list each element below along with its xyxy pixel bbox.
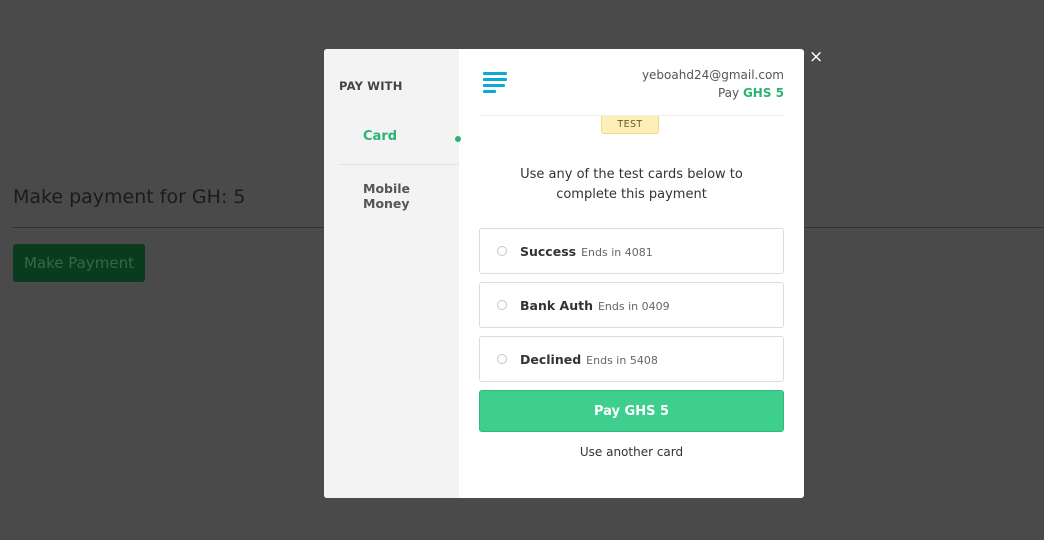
test-card-bank-auth[interactable]: Bank Auth Ends in 0409 — [479, 282, 784, 328]
test-card-success[interactable]: Success Ends in 4081 — [479, 228, 784, 274]
test-mode-badge: TEST — [601, 116, 659, 134]
method-card-label: Card — [363, 129, 398, 144]
radio-button[interactable] — [497, 300, 507, 310]
active-indicator — [455, 136, 461, 142]
paystack-stripes-icon — [483, 72, 507, 96]
test-card-declined[interactable]: Declined Ends in 5408 — [479, 336, 784, 382]
make-payment-button[interactable]: Make Payment — [13, 244, 145, 282]
method-mobile-money[interactable]: Mobile Money — [339, 166, 459, 217]
use-another-card-link[interactable]: Use another card — [479, 445, 784, 459]
test-card-name: Bank Auth Ends in 0409 — [520, 298, 670, 313]
card-name-text: Success — [520, 244, 577, 259]
card-ends-text: Ends in 4081 — [581, 246, 653, 259]
method-card[interactable]: Card — [339, 114, 461, 165]
card-ends-text: Ends in 5408 — [586, 354, 658, 367]
card-payment-panel: yeboahd24@gmail.com Pay GHS 5 TEST Use a… — [479, 49, 784, 498]
radio-button[interactable] — [497, 354, 507, 364]
pay-prefix: Pay — [717, 86, 740, 100]
test-card-name: Declined Ends in 5408 — [520, 352, 658, 367]
test-card-name: Success Ends in 4081 — [520, 244, 653, 259]
pay-amount: GHS 5 — [742, 86, 784, 100]
pay-with-heading: PAY WITH — [339, 79, 403, 93]
radio-button[interactable] — [497, 246, 507, 256]
pay-amount-line: Pay GHS 5 — [718, 86, 784, 100]
card-name-text: Bank Auth — [520, 298, 593, 313]
customer-email: yeboahd24@gmail.com — [641, 68, 784, 82]
card-ends-text: Ends in 0409 — [597, 300, 670, 313]
method-mobile-money-label: Mobile Money — [363, 181, 411, 211]
instructions-line-1: Use any of the test cards below to — [520, 167, 743, 182]
instructions-line-2: complete this payment — [556, 187, 707, 202]
pay-button[interactable]: Pay GHS 5 — [479, 390, 784, 432]
card-name-text: Declined — [520, 352, 582, 367]
page-title: Make payment for GH: 5 — [13, 186, 246, 208]
payment-modal: PAY WITH Card Mobile Money yeboahd24@gma… — [324, 49, 804, 498]
instructions-text: Use any of the test cards below to compl… — [479, 165, 784, 205]
payment-method-sidebar: PAY WITH Card Mobile Money — [324, 49, 461, 498]
close-icon[interactable]: × — [809, 48, 823, 66]
